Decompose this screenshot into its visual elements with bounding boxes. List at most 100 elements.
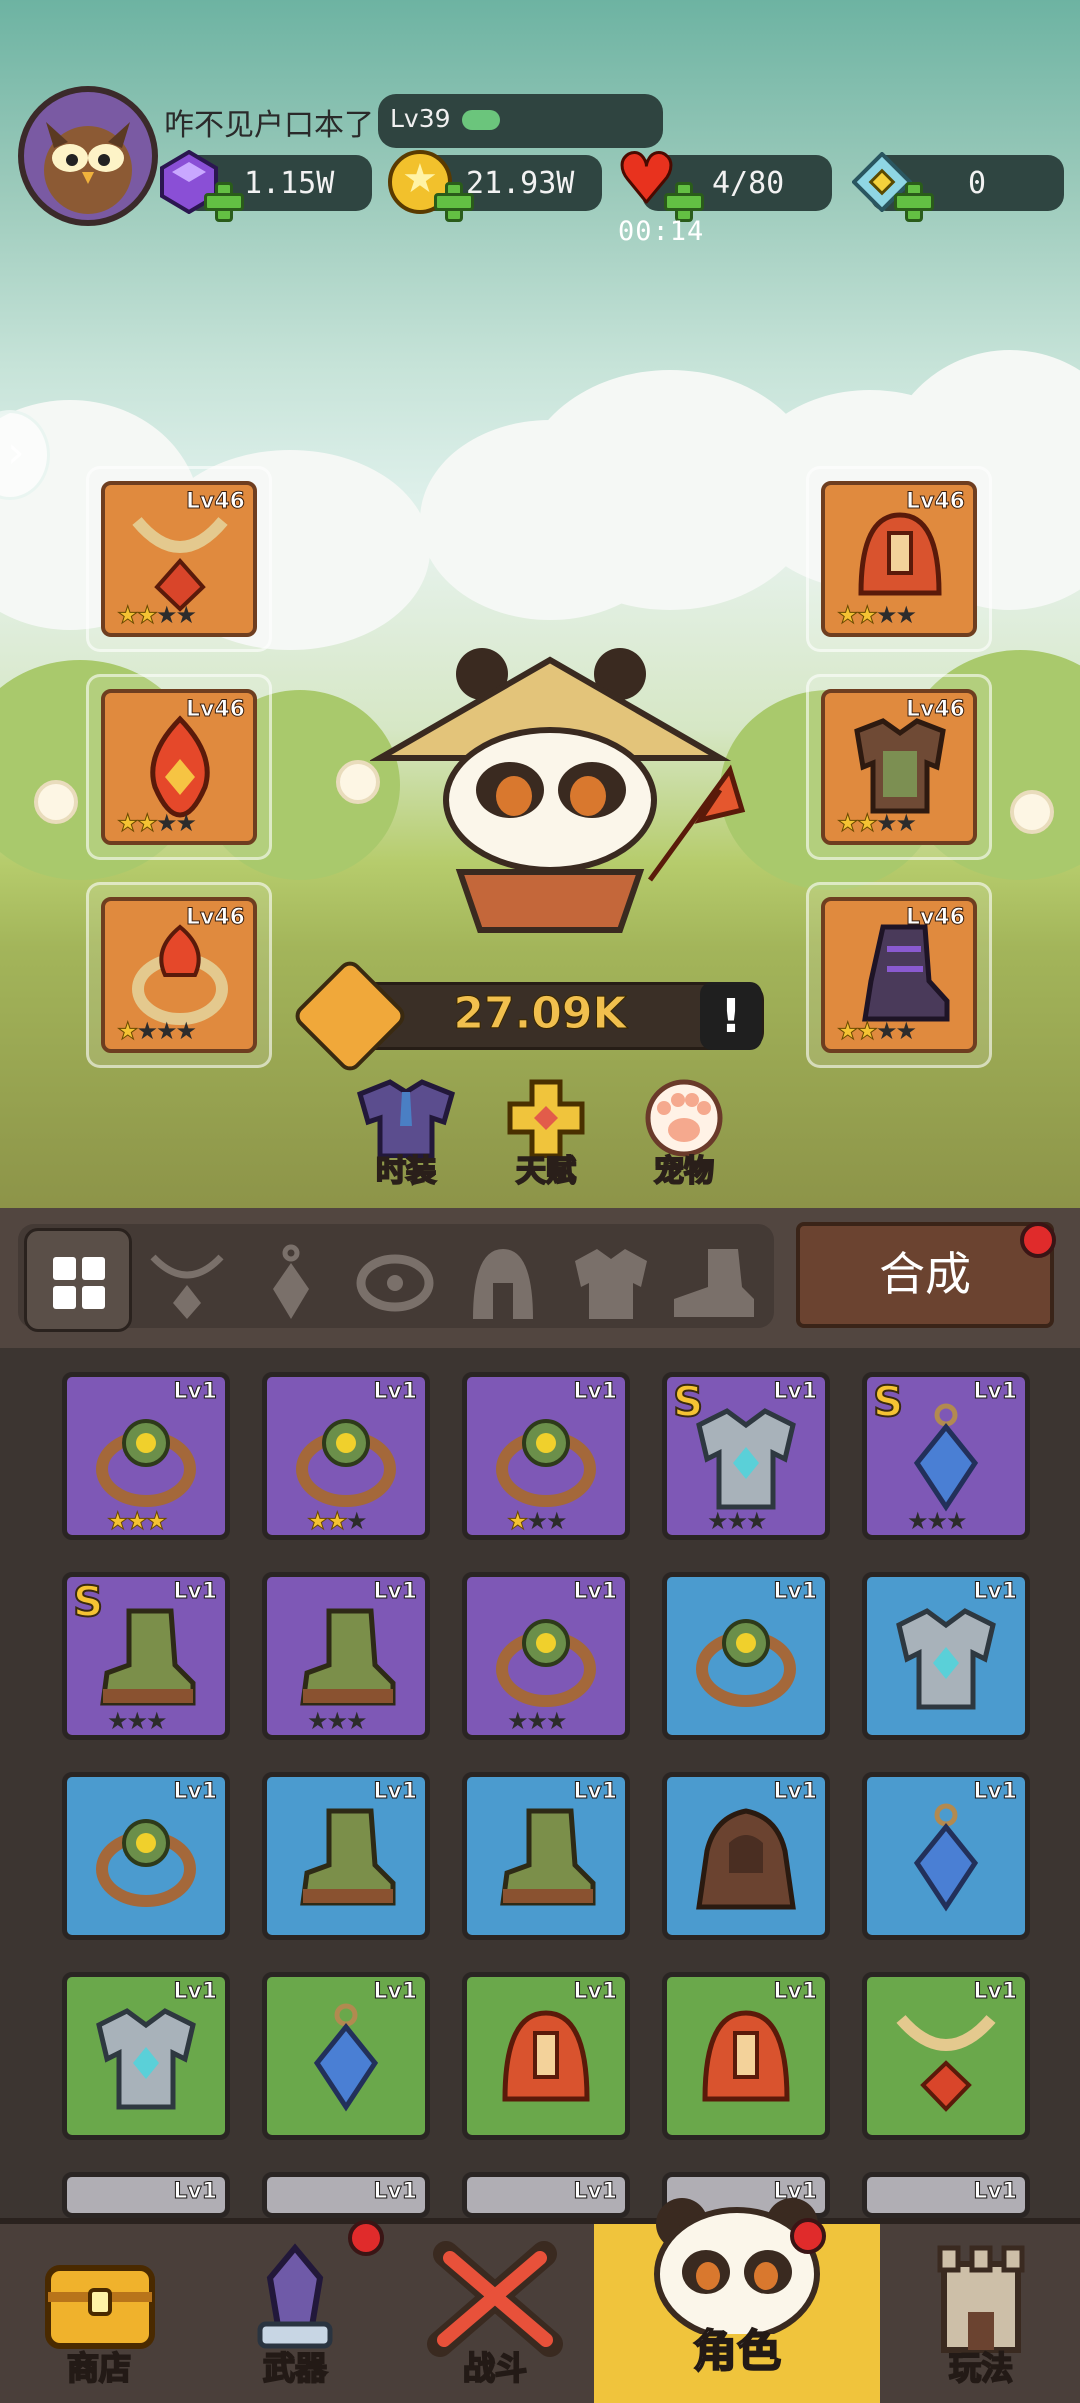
star-rating: ★★★★ xyxy=(836,1017,917,1046)
item-level: Lv1 xyxy=(773,1579,818,1605)
item-level: Lv1 xyxy=(573,1779,618,1805)
power-info-button[interactable]: ! xyxy=(700,982,762,1050)
star-rating: ★★★★ xyxy=(836,809,917,838)
tab-necklace[interactable] xyxy=(142,1238,232,1328)
armor-icon xyxy=(696,1408,796,1510)
ring-icon xyxy=(296,1419,396,1507)
equip-slot-necklace[interactable]: Lv46 ★★★★ xyxy=(86,466,272,652)
inventory-item[interactable]: Lv1 ★★★ xyxy=(462,1572,630,1740)
inventory-item[interactable]: Lv1 ★★★ xyxy=(262,1372,430,1540)
nav-shop[interactable]: 商店 xyxy=(4,2224,194,2403)
equip-slot-armor[interactable]: Lv46 ★★★★ xyxy=(806,674,992,860)
inventory-item[interactable]: Lv1 ★★★ xyxy=(62,1372,230,1540)
tab-amulet[interactable] xyxy=(246,1238,336,1328)
costume-button[interactable]: 时装 xyxy=(346,1078,466,1190)
item-level: Lv1 xyxy=(973,1579,1018,1605)
nav-battle[interactable]: 战斗 xyxy=(400,2224,590,2403)
boots-icon xyxy=(500,1808,596,1906)
slot-level: Lv46 xyxy=(906,905,966,931)
amulet-icon xyxy=(913,1803,979,1912)
tab-all[interactable] xyxy=(24,1228,132,1332)
equip-slot-ring[interactable]: Lv46 ★★★★ xyxy=(86,882,272,1068)
chevron-right-icon: › xyxy=(7,427,25,478)
item-grade: S xyxy=(72,1576,104,1627)
inventory-item[interactable]: Lv1 ★★★ xyxy=(262,1572,430,1740)
inventory-item[interactable]: Lv1 xyxy=(62,2172,230,2218)
star-rating: ★★★★ xyxy=(836,601,917,630)
talent-label: 天赋 xyxy=(515,1153,577,1190)
inventory-item[interactable]: Lv1 S ★★★ xyxy=(62,1572,230,1740)
slot-level: Lv46 xyxy=(186,905,246,931)
nav-character-label: 角色 xyxy=(692,2325,782,2378)
owl-icon xyxy=(44,122,132,214)
inventory-item[interactable]: Lv1 xyxy=(862,1572,1030,1740)
add-crystal-button[interactable] xyxy=(894,182,934,222)
inventory-item[interactable]: Lv1 xyxy=(862,1772,1030,1940)
inventory-item[interactable]: Lv1 xyxy=(62,1772,230,1940)
inventory-item[interactable]: Lv1 xyxy=(262,1972,430,2140)
item-level: Lv1 xyxy=(373,1379,418,1405)
inventory-item[interactable]: Lv1 xyxy=(862,2172,1030,2218)
combat-power-value: 27.09K xyxy=(453,988,627,1040)
star-rating: ★★★ xyxy=(307,1707,367,1735)
inventory-item[interactable]: Lv1 xyxy=(662,1772,830,1940)
inventory-item[interactable]: Lv1 xyxy=(462,1972,630,2140)
star-rating: ★★★★ xyxy=(116,809,197,838)
tab-ring[interactable] xyxy=(350,1238,440,1328)
armor-outline-icon xyxy=(575,1249,647,1319)
boots-outline-icon xyxy=(674,1249,754,1317)
nav-battle-label: 战斗 xyxy=(462,2348,528,2388)
nav-gameplay[interactable]: 玩法 xyxy=(886,2224,1076,2403)
inventory-item[interactable]: Lv1 xyxy=(662,1972,830,2140)
tab-armor[interactable] xyxy=(566,1238,656,1328)
ring-icon xyxy=(96,1819,196,1907)
armor-icon xyxy=(854,718,946,814)
inventory-item[interactable]: Lv1 xyxy=(62,1972,230,2140)
panda-hero-icon xyxy=(368,648,746,933)
helmet-icon xyxy=(858,512,942,596)
inventory-item[interactable]: Lv1 xyxy=(862,1972,1030,2140)
character-notification-badge xyxy=(790,2218,826,2254)
item-level: Lv1 xyxy=(173,2179,218,2205)
add-stamina-button[interactable] xyxy=(664,182,704,222)
tab-boots[interactable] xyxy=(668,1238,758,1328)
tab-helmet[interactable] xyxy=(458,1238,548,1328)
inventory-item[interactable]: Lv1 xyxy=(462,1772,630,1940)
helmet-outline-icon xyxy=(473,1249,533,1319)
merge-button[interactable]: 合成 xyxy=(796,1222,1054,1328)
item-level: Lv1 xyxy=(773,1779,818,1805)
nav-weapon-label: 武器 xyxy=(262,2348,328,2388)
player-avatar[interactable] xyxy=(18,86,158,226)
inventory-item[interactable]: Lv1 xyxy=(262,1772,430,1940)
pet-button[interactable]: 宠物 xyxy=(624,1078,744,1190)
weapon-notification-badge xyxy=(348,2220,384,2256)
inventory-item[interactable]: Lv1 xyxy=(262,2172,430,2218)
item-level: Lv1 xyxy=(973,1779,1018,1805)
inventory-item[interactable]: Lv1 xyxy=(462,2172,630,2218)
amulet-icon xyxy=(313,2003,379,2112)
equip-slot-amulet[interactable]: Lv46 ★★★★ xyxy=(86,674,272,860)
item-level: Lv1 xyxy=(973,2179,1018,2205)
ring-icon xyxy=(96,1419,196,1507)
star-rating: ★★★ xyxy=(107,1707,167,1735)
item-level: Lv1 xyxy=(973,1979,1018,2005)
talent-button[interactable]: 天赋 xyxy=(486,1078,606,1190)
necklace-icon xyxy=(896,2014,996,2112)
cloak-icon xyxy=(696,1808,796,1910)
inventory-item[interactable]: Lv1 S ★★★ xyxy=(862,1372,1030,1540)
helmet-icon xyxy=(502,2010,590,2102)
amulet-icon xyxy=(150,715,210,818)
add-gems-button[interactable] xyxy=(204,182,244,222)
item-level: Lv1 xyxy=(773,1979,818,2005)
equip-slot-helmet[interactable]: Lv46 ★★★★ xyxy=(806,466,992,652)
panda-character[interactable] xyxy=(368,640,750,940)
inventory-item[interactable]: Lv1 S ★★★ xyxy=(662,1372,830,1540)
add-gold-button[interactable] xyxy=(434,182,474,222)
inventory-item[interactable]: Lv1 ★★★ xyxy=(462,1372,630,1540)
inventory-item[interactable]: Lv1 xyxy=(662,1572,830,1740)
equip-slot-boots[interactable]: Lv46 ★★★★ xyxy=(806,882,992,1068)
helmet-icon xyxy=(702,2010,790,2102)
boots-icon xyxy=(300,1808,396,1906)
boots-icon xyxy=(300,1608,396,1706)
ring-icon xyxy=(696,1619,796,1707)
